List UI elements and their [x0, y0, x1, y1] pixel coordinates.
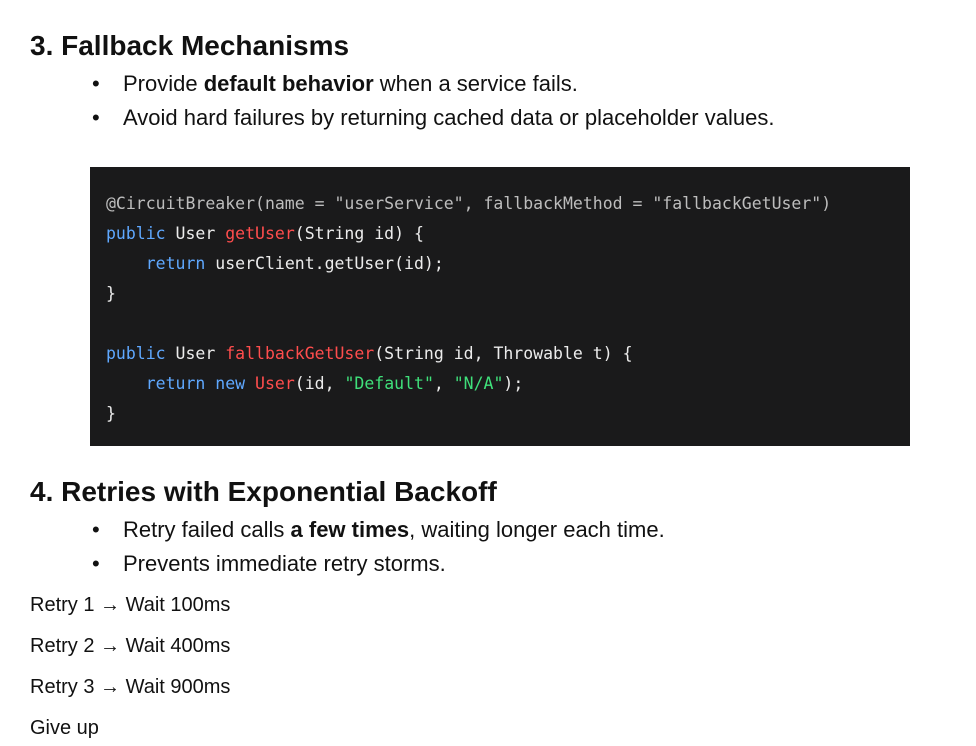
code-line: } [106, 279, 910, 309]
bullet-bold-text: a few times [290, 517, 410, 542]
code-token: "N/A" [453, 374, 504, 393]
bullet-item: • Retry failed calls a few times, waiting… [92, 513, 665, 547]
bullet-text: when a service fails. [373, 71, 578, 96]
code-line: public User fallbackGetUser(String id, T… [106, 339, 910, 369]
code-line: } [106, 399, 910, 429]
retry-step: Retry 3 → Wait 900ms [30, 676, 231, 698]
bullet-text: Prevents immediate retry storms. [123, 551, 446, 576]
bullet-icon: • [92, 71, 100, 96]
bullet-text: Retry failed calls [123, 517, 291, 542]
bullet-icon: • [92, 105, 100, 130]
code-token: User [165, 224, 226, 243]
code-line: public User getUser(String id) { [106, 219, 910, 249]
bullet-icon: • [92, 551, 100, 576]
code-line: return userClient.getUser(id); [106, 249, 910, 279]
code-token: public [106, 344, 166, 363]
code-token: public [106, 224, 166, 243]
code-block: @CircuitBreaker(name = "userService", fa… [90, 167, 910, 446]
code-token: fallbackGetUser [225, 344, 375, 363]
bullet-text: Provide [123, 71, 204, 96]
section-3-bullet-list: • Provide default behavior when a service… [92, 67, 774, 135]
code-line: return new User(id, "Default", "N/A"); [106, 369, 910, 399]
code-token: (String id) { [294, 224, 424, 243]
give-up-step: Give up [30, 717, 99, 739]
bullet-icon: • [92, 517, 100, 542]
code-token: return [145, 374, 206, 393]
code-token: return [145, 254, 206, 273]
code-token: } [106, 284, 116, 303]
code-token: userClient.getUser(id); [205, 254, 444, 273]
retry-step: Retry 1 → Wait 100ms [30, 594, 231, 616]
bullet-text: Avoid hard failures by returning cached … [123, 105, 775, 130]
code-token: User [255, 374, 295, 393]
code-token: , [433, 374, 454, 393]
code-line: @CircuitBreaker(name = "userService", fa… [106, 189, 910, 219]
code-token: "Default" [344, 374, 434, 393]
retry-step: Retry 2 → Wait 400ms [30, 635, 231, 657]
code-token: (id, [294, 374, 345, 393]
bullet-item: • Avoid hard failures by returning cached… [92, 101, 774, 135]
bullet-item: • Prevents immediate retry storms. [92, 547, 665, 581]
code-token: getUser [225, 224, 295, 243]
code-token: } [106, 404, 116, 423]
section-3-heading: 3. Fallback Mechanisms [30, 30, 350, 61]
section-4-bullet-list: • Retry failed calls a few times, waiting… [92, 513, 665, 581]
code-token: new [215, 374, 246, 393]
code-token: (String id, Throwable t) { [374, 344, 633, 363]
bullet-item: • Provide default behavior when a service… [92, 67, 774, 101]
code-token: @CircuitBreaker(name = "userService", fa… [106, 194, 832, 213]
bullet-text: , waiting longer each time. [409, 517, 665, 542]
code-token: ); [503, 374, 524, 393]
code-token: User [165, 344, 226, 363]
bullet-bold-text: default behavior [203, 71, 374, 96]
section-4-heading: 4. Retries with Exponential Backoff [30, 476, 497, 507]
